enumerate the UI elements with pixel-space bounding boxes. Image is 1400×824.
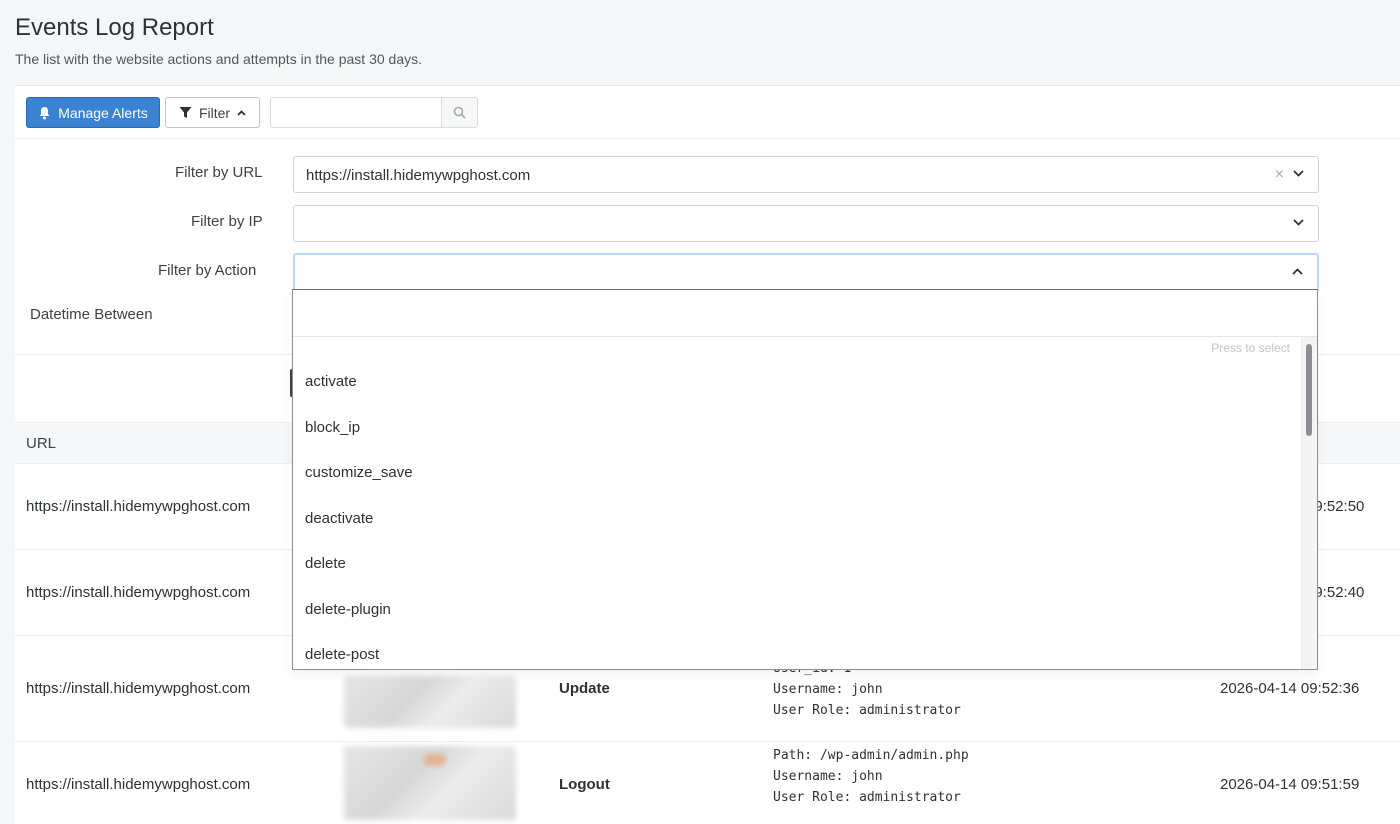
table-row: https://install.hidemywpghost.com Logout… (15, 742, 1400, 824)
dropdown-search-input[interactable] (293, 290, 1317, 337)
option-item[interactable]: customize_save (293, 450, 1301, 496)
chevron-down-icon (1293, 219, 1304, 226)
chevron-up-icon (1292, 268, 1303, 275)
bell-icon (39, 106, 50, 119)
blurred-user-info (344, 676, 516, 728)
chevron-up-icon (237, 109, 246, 116)
page-subtitle: The list with the website actions and at… (15, 51, 422, 67)
filter-url-select[interactable]: https://install.hidemywpghost.com × (293, 156, 1319, 193)
filter-action-label: Filter by Action (158, 262, 257, 279)
row-time: 2026-04-14 09:51:59 (1220, 776, 1360, 793)
option-item[interactable]: delete-plugin (293, 587, 1301, 633)
scrollbar-thumb[interactable] (1306, 344, 1312, 436)
option-item[interactable]: deactivate (293, 496, 1301, 542)
manage-alerts-label: Manage Alerts (58, 104, 148, 121)
option-item[interactable]: delete-post (293, 632, 1301, 678)
search-icon (453, 106, 466, 119)
toolbar: Manage Alerts Filter (15, 86, 1400, 139)
filter-label: Filter (198, 104, 231, 121)
row-url: https://install.hidemywpghost.com (26, 498, 251, 515)
option-item[interactable]: activate (293, 359, 1301, 405)
row-url: https://install.hidemywpghost.com (26, 584, 251, 601)
row-action: Update (559, 680, 610, 697)
option-item[interactable]: delete (293, 541, 1301, 587)
option-item[interactable]: block_ip (293, 405, 1301, 451)
filter-ip-select[interactable] (293, 205, 1319, 242)
clear-icon[interactable]: × (1275, 166, 1284, 184)
dropdown-options: activate block_ip customize_save deactiv… (293, 359, 1301, 678)
search-button[interactable] (441, 97, 478, 128)
filter-action-select[interactable] (293, 253, 1319, 291)
row-time: 2026-04-14 09:52:36 (1220, 680, 1360, 697)
dropdown-scrollbar[interactable] (1301, 337, 1317, 669)
chevron-down-icon (1293, 170, 1304, 177)
row-details: Path: /wp-admin/admin.php Username: john… (773, 748, 969, 805)
dropdown-hint: Press to select (1211, 341, 1290, 355)
action-dropdown: Press to select activate block_ip custom… (292, 289, 1318, 670)
funnel-icon (179, 107, 192, 118)
row-url: https://install.hidemywpghost.com (26, 776, 251, 793)
filter-toggle-button[interactable]: Filter (165, 97, 260, 128)
manage-alerts-button[interactable]: Manage Alerts (26, 97, 160, 128)
blurred-user-info (344, 746, 516, 820)
row-action: Logout (559, 776, 610, 793)
row-url: https://install.hidemywpghost.com (26, 680, 251, 697)
filter-url-value: https://install.hidemywpghost.com (306, 167, 531, 184)
filter-ip-label: Filter by IP (191, 213, 263, 230)
page-title: Events Log Report (15, 14, 214, 41)
column-url: URL (26, 435, 57, 452)
filter-url-label: Filter by URL (175, 164, 263, 181)
search-input[interactable] (270, 97, 442, 128)
datetime-label: Datetime Between (30, 306, 153, 323)
